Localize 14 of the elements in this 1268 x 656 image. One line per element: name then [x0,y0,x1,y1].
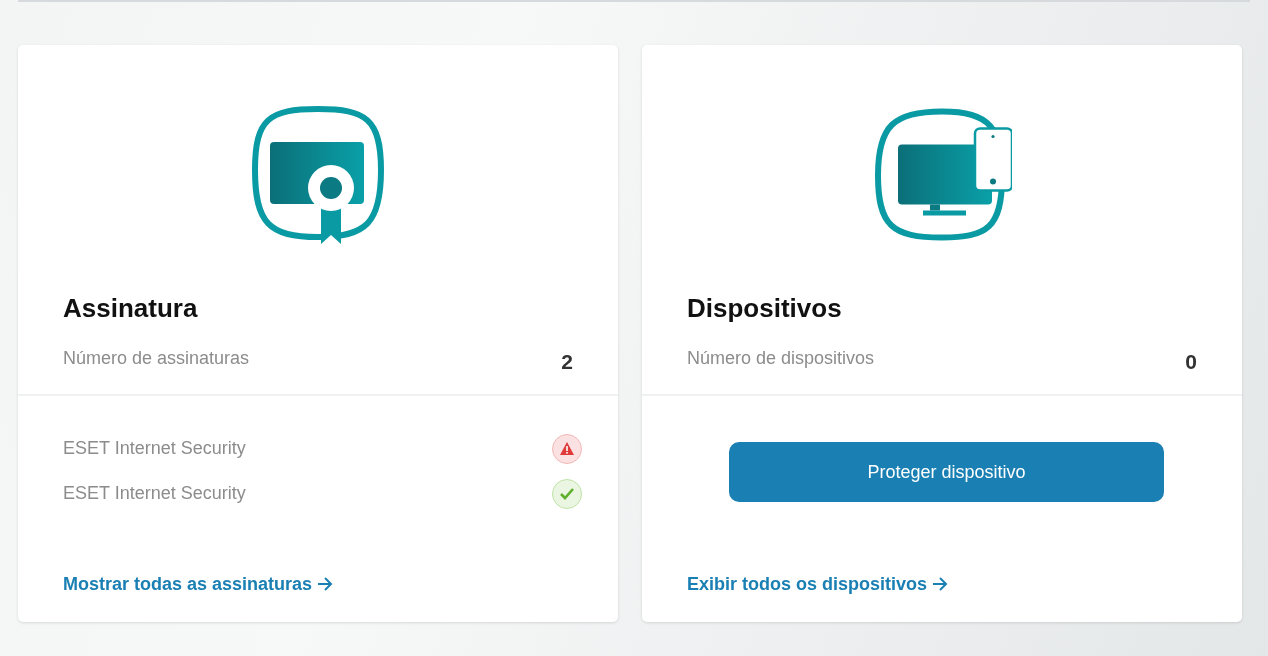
subscription-name: ESET Internet Security [63,482,246,505]
subscription-name: ESET Internet Security [63,437,246,460]
protect-device-button[interactable]: Proteger dispositivo [729,442,1164,502]
card-title: Assinatura [63,292,199,325]
count-value: 0 [1185,349,1197,375]
count-label: Número de dispositivos [687,347,875,371]
count-label: Número de assinaturas [63,347,250,371]
certificate-icon [251,105,385,245]
card-title: Dispositivos [687,292,843,325]
count-value: 2 [561,349,573,375]
arrow-icon [317,577,334,591]
view-all-link[interactable]: Exibir todos os dispositivos [687,571,949,598]
arrow-icon [932,577,949,591]
view-all-link[interactable]: Mostrar todas as assinaturas [63,571,334,598]
